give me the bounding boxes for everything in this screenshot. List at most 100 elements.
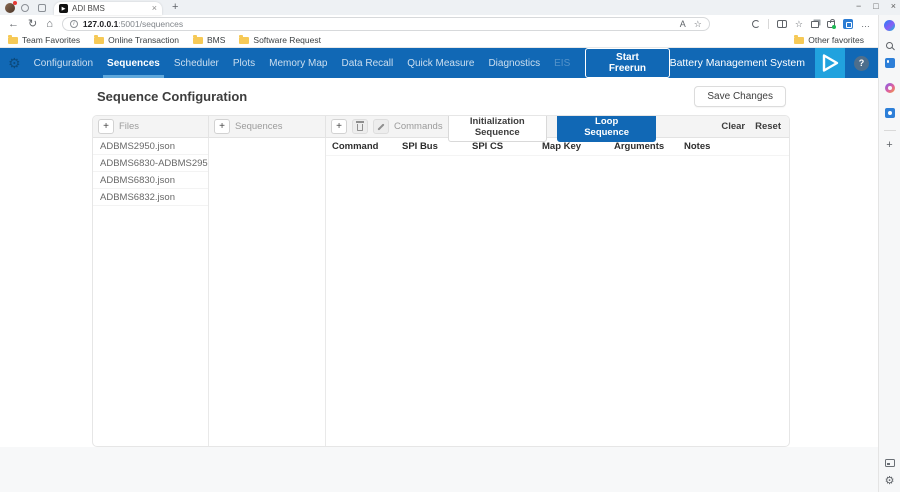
web-capture-icon[interactable] <box>843 19 853 29</box>
adi-logo <box>815 48 845 78</box>
nav-item[interactable]: Plots <box>226 48 262 78</box>
workspaces-icon[interactable] <box>885 459 895 467</box>
card-body: ADBMS2950.json ADBMS6830-ADBMS2950.json … <box>93 138 789 446</box>
nav-item-label: EIS <box>554 58 570 69</box>
toolbar-right-icons: ☆ … <box>752 19 870 30</box>
table-column-header: SPI CS <box>466 141 536 152</box>
trash-icon <box>357 124 363 131</box>
favorites-icon[interactable]: ☆ <box>795 19 803 30</box>
commands-panel-label: Commands <box>394 121 443 132</box>
sidebar-tag-icon[interactable] <box>885 58 895 68</box>
shopping-icon[interactable] <box>827 21 835 28</box>
add-file-button[interactable]: + <box>98 119 114 134</box>
page-content: Sequence Configuration Save Changes + Fi… <box>0 78 878 492</box>
nav-item-label: Data Recall <box>341 58 393 69</box>
refresh-icon[interactable]: ↻ <box>28 19 37 30</box>
file-list-item[interactable]: ADBMS6830.json <box>93 172 208 189</box>
sidebar-add-icon[interactable]: + <box>886 140 892 151</box>
nav-item[interactable]: Diagnostics <box>481 48 547 78</box>
tab-actions-icon[interactable] <box>21 4 29 12</box>
files-list: ADBMS2950.json ADBMS6830-ADBMS2950.json … <box>93 138 209 446</box>
add-favorite-icon[interactable]: ☆ <box>694 19 702 30</box>
reset-button[interactable]: Reset <box>755 121 781 132</box>
help-icon[interactable]: ? <box>854 56 869 71</box>
nav-item[interactable]: Data Recall <box>334 48 400 78</box>
back-icon[interactable]: ← <box>8 19 19 30</box>
minimize-button[interactable]: − <box>856 1 861 12</box>
browser-essentials-icon[interactable] <box>752 20 760 28</box>
app-navbar: ⚙ Configuration Sequences Scheduler Plot… <box>0 48 878 78</box>
table-column-header: Map Key <box>536 141 608 152</box>
other-favorites[interactable]: Other favorites <box>794 35 870 45</box>
close-button[interactable]: × <box>891 1 896 12</box>
app-nav-items: Configuration Sequences Scheduler Plots … <box>27 48 578 78</box>
nav-item-label: Memory Map <box>269 58 327 69</box>
collections-icon[interactable] <box>811 21 819 28</box>
info-icon[interactable]: i <box>70 20 78 28</box>
bookmark-item[interactable]: BMS <box>193 35 225 45</box>
tab-close-icon[interactable]: × <box>152 4 157 13</box>
split-screen-icon[interactable] <box>777 20 787 28</box>
file-list-item[interactable]: ADBMS6830-ADBMS2950.json <box>93 155 208 172</box>
sidebar-settings-icon[interactable]: ⚙ <box>885 476 895 487</box>
browser-tab[interactable]: ▶ ADI BMS × <box>54 2 162 15</box>
bookmark-item[interactable]: Software Request <box>239 35 321 45</box>
folder-icon <box>794 37 804 44</box>
url-host: 127.0.0.1 <box>83 19 118 29</box>
bookmark-label: BMS <box>207 35 225 45</box>
table-column-header: SPI Bus <box>396 141 466 152</box>
nav-item[interactable]: Scheduler <box>167 48 226 78</box>
more-options-icon[interactable]: … <box>861 19 870 29</box>
sequences-list <box>209 138 326 446</box>
clear-button[interactable]: Clear <box>721 121 745 132</box>
search-icon[interactable] <box>886 42 893 49</box>
sequences-panel-label: Sequences <box>235 121 283 132</box>
files-panel-label: Files <box>119 121 139 132</box>
nav-item[interactable]: Sequences <box>100 48 167 78</box>
add-command-button[interactable]: + <box>331 119 347 134</box>
settings-gear-icon[interactable]: ⚙ <box>8 56 21 70</box>
save-changes-button[interactable]: Save Changes <box>694 86 786 107</box>
delete-command-button[interactable] <box>352 119 368 134</box>
read-aloud-icon[interactable]: A <box>680 19 686 29</box>
nav-item[interactable]: EIS <box>547 48 577 78</box>
address-bar[interactable]: i 127.0.0.1:5001/sequences A ☆ <box>62 17 710 31</box>
sidebar-capture-icon[interactable] <box>885 108 895 118</box>
tab-title: ADI BMS <box>72 4 152 13</box>
nav-item[interactable]: Quick Measure <box>400 48 481 78</box>
bookmark-item[interactable]: Team Favorites <box>8 35 80 45</box>
vertical-tabs-icon[interactable] <box>38 4 46 12</box>
nav-item[interactable]: Configuration <box>27 48 100 78</box>
bookmark-label: Software Request <box>253 35 321 45</box>
start-freerun-button[interactable]: Start Freerun <box>585 48 669 78</box>
other-favorites-label: Other favorites <box>808 35 864 45</box>
adi-favicon-icon: ▶ <box>59 4 68 13</box>
commands-table-header: Command SPI Bus SPI CS Map Key Arguments <box>326 138 789 156</box>
browser-titlebar: ▶ ADI BMS × + − □ × <box>0 0 900 15</box>
nav-item-label: Plots <box>233 58 255 69</box>
notification-dot <box>13 1 17 5</box>
profile-avatar[interactable] <box>5 3 15 13</box>
add-sequence-button[interactable]: + <box>214 119 230 134</box>
url-text[interactable]: 127.0.0.1:5001/sequences <box>83 19 675 29</box>
new-tab-button[interactable]: + <box>172 2 178 13</box>
file-list-item[interactable]: ADBMS6832.json <box>93 189 208 206</box>
file-list-item[interactable]: ADBMS2950.json <box>93 138 208 155</box>
copilot-icon[interactable] <box>884 20 895 31</box>
app-brand-title: Battery Management System <box>670 57 805 69</box>
bookmark-item[interactable]: Online Transaction <box>94 35 179 45</box>
nav-item[interactable]: Memory Map <box>262 48 334 78</box>
url-path: :5001/sequences <box>118 19 183 29</box>
sidebar-tools-icon[interactable] <box>885 83 895 93</box>
page-title: Sequence Configuration <box>97 89 247 104</box>
play-glyph: ▶ <box>62 6 66 12</box>
home-icon[interactable]: ⌂ <box>46 19 53 30</box>
edit-command-button[interactable] <box>373 119 389 134</box>
maximize-button[interactable]: □ <box>873 1 878 12</box>
commands-toolbar: + Commands Initialization Sequence Loop … <box>326 116 789 137</box>
table-column-header: Arguments <box>608 141 678 152</box>
adi-triangle-icon <box>815 48 845 78</box>
address-bar-actions: A ☆ <box>680 19 702 30</box>
folder-icon <box>8 37 18 44</box>
browser-toolbar: ← ↻ ⌂ i 127.0.0.1:5001/sequences A ☆ ☆ <box>0 15 878 33</box>
